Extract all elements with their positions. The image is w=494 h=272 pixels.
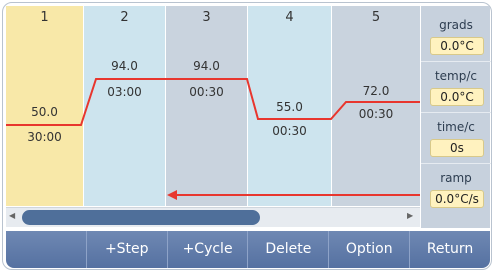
step-time[interactable]: 00:30 xyxy=(332,107,420,121)
param-label: temp/c xyxy=(434,69,478,83)
add-step-button[interactable]: +Step xyxy=(87,231,168,268)
delete-button[interactable]: Delete xyxy=(248,231,330,268)
step-number: 1 xyxy=(40,10,49,25)
pcr-program-screen: 1 50.0 30:00 2 94.0 03:00 3 94.0 00:30 4… xyxy=(2,2,492,270)
param-label: grads xyxy=(439,18,473,32)
step-column-2[interactable]: 2 94.0 03:00 xyxy=(84,6,166,206)
step-temperature[interactable]: 94.0 xyxy=(84,59,165,73)
step-time[interactable]: 03:00 xyxy=(84,85,165,99)
param-value-field[interactable]: 0.0°C xyxy=(430,37,484,55)
step-time[interactable]: 30:00 xyxy=(6,130,83,144)
step-column-4[interactable]: 4 55.0 00:30 xyxy=(248,6,332,206)
scroll-left-arrow-icon[interactable]: ◀ xyxy=(9,211,15,220)
step-column-5[interactable]: 5 72.0 00:30 xyxy=(332,6,420,206)
scroll-right-arrow-icon[interactable]: ▶ xyxy=(407,211,413,220)
step-temperature[interactable]: 50.0 xyxy=(6,105,83,119)
parameter-panel: grads 0.0°C temp/c 0.0°C time/c 0s ramp … xyxy=(420,6,491,228)
step-column-3[interactable]: 3 94.0 00:30 xyxy=(166,6,248,206)
step-temperature[interactable]: 94.0 xyxy=(166,59,247,73)
step-temperature[interactable]: 72.0 xyxy=(332,84,420,98)
param-temp-per-cycle: temp/c 0.0°C xyxy=(421,65,491,113)
step-number: 5 xyxy=(371,10,381,25)
step-number: 3 xyxy=(202,10,211,25)
option-button[interactable]: Option xyxy=(329,231,411,268)
return-button[interactable]: Return xyxy=(410,231,490,268)
param-label: time/c xyxy=(437,120,475,134)
param-value-field[interactable]: 0.0°C/s xyxy=(430,190,484,208)
step-time[interactable]: 00:30 xyxy=(248,124,331,138)
step-time[interactable]: 00:30 xyxy=(166,85,247,99)
param-value-field[interactable]: 0s xyxy=(430,139,484,157)
empty-toolbar-button[interactable] xyxy=(6,231,87,268)
step-number: 2 xyxy=(120,10,129,25)
param-time-per-cycle: time/c 0s xyxy=(421,116,491,164)
param-value-field[interactable]: 0.0°C xyxy=(430,88,484,106)
step-number: 4 xyxy=(285,10,294,25)
step-column-1[interactable]: 1 50.0 30:00 xyxy=(6,6,84,206)
add-cycle-button[interactable]: +Cycle xyxy=(168,231,249,268)
param-ramp: ramp 0.0°C/s xyxy=(421,167,491,215)
param-label: ramp xyxy=(440,171,472,185)
scrollbar-thumb[interactable] xyxy=(22,210,260,225)
param-grads: grads 0.0°C xyxy=(421,14,491,62)
program-editor: 1 50.0 30:00 2 94.0 03:00 3 94.0 00:30 4… xyxy=(6,6,420,206)
bottom-toolbar: +Step +Cycle Delete Option Return xyxy=(6,231,490,268)
step-columns: 1 50.0 30:00 2 94.0 03:00 3 94.0 00:30 4… xyxy=(6,6,420,206)
horizontal-scrollbar[interactable]: ◀ ▶ xyxy=(6,207,420,227)
step-temperature[interactable]: 55.0 xyxy=(248,100,331,114)
